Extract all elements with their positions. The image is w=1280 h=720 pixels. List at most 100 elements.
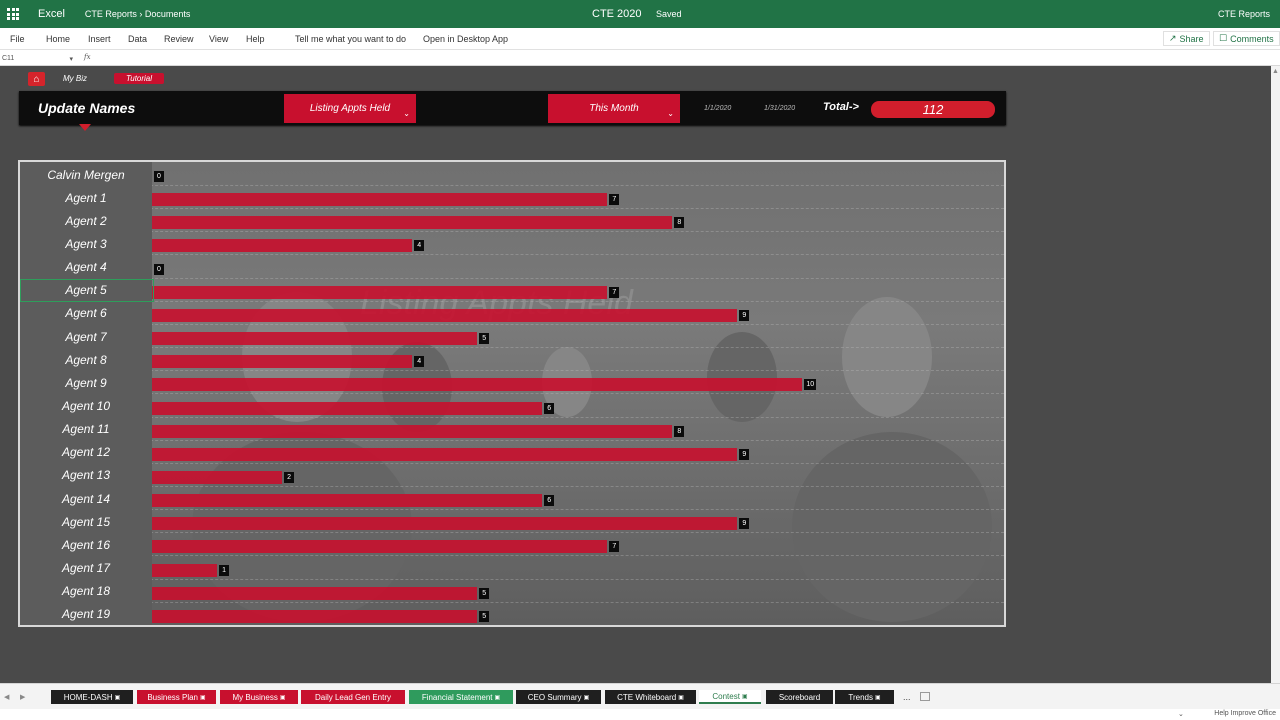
save-status: Saved xyxy=(656,9,682,19)
bar-value-label: 5 xyxy=(479,610,490,622)
agent-name-cell[interactable]: Agent 18 xyxy=(20,579,152,603)
sheet-tab[interactable]: Contest ▣ xyxy=(699,690,761,704)
vertical-scrollbar[interactable]: ▲ xyxy=(1271,66,1280,683)
lock-icon: ▣ xyxy=(583,694,590,701)
menu-home[interactable]: Home xyxy=(46,34,70,44)
chart-row: Agent 10 6 xyxy=(20,394,1004,418)
bar xyxy=(152,470,283,484)
sheet-tab[interactable]: My Business ▣ xyxy=(220,690,298,704)
sheet-tab[interactable]: Trends ▣ xyxy=(835,690,894,704)
agent-name-cell[interactable]: Agent 8 xyxy=(20,348,152,372)
tab-scroll-right-icon[interactable]: ▶ xyxy=(20,693,25,701)
dashboard-header: Update Names Listing Appts Held ⌄ This M… xyxy=(19,91,1006,131)
chevron-down-icon: ⌄ xyxy=(403,109,410,118)
agent-name-cell[interactable]: Agent 10 xyxy=(20,394,152,418)
sheet-tab[interactable]: Financial Statement ▣ xyxy=(409,690,513,704)
sheet-tab[interactable]: CEO Summary ▣ xyxy=(516,690,601,704)
sheet-tab-label: Daily Lead Gen Entry xyxy=(314,692,392,702)
menu-help[interactable]: Help xyxy=(246,34,265,44)
chevron-down-icon[interactable]: ⌄ xyxy=(1178,710,1184,718)
agent-name-cell[interactable]: Agent 6 xyxy=(20,301,152,325)
bar xyxy=(152,332,478,346)
chart-row: Agent 11 8 xyxy=(20,417,1004,441)
menu-file[interactable]: File xyxy=(10,34,25,44)
agent-name-cell[interactable]: Agent 3 xyxy=(20,232,152,256)
agent-name-cell[interactable]: Agent 19 xyxy=(20,602,152,625)
agent-name-cell[interactable]: Agent 5 xyxy=(20,278,152,302)
app-launcher-icon[interactable] xyxy=(0,0,26,28)
bar xyxy=(152,308,738,322)
share-button[interactable]: ↗ Share xyxy=(1163,31,1210,46)
chevron-down-icon: ⌄ xyxy=(667,109,674,118)
chart-row: Calvin Mergen 0 xyxy=(20,163,1004,186)
chevron-down-icon: ▾ xyxy=(69,55,73,63)
bar xyxy=(152,517,738,531)
tab-scroll-left-icon[interactable]: ◀ xyxy=(4,693,9,701)
my-biz-link[interactable]: My Biz xyxy=(63,74,87,83)
agent-name-cell[interactable]: Agent 2 xyxy=(20,209,152,233)
pointer-notch xyxy=(79,124,91,131)
site-link[interactable]: CTE Reports xyxy=(1218,9,1270,19)
metric-dropdown[interactable]: Listing Appts Held ⌄ xyxy=(284,94,416,123)
chart-row: Agent 13 2 xyxy=(20,463,1004,487)
bar-value-label: 8 xyxy=(674,217,685,229)
agent-name-cell[interactable]: Agent 17 xyxy=(20,556,152,580)
tutorial-label: Tutorial xyxy=(125,74,153,83)
tutorial-button[interactable]: Tutorial xyxy=(114,73,164,84)
chart-row: Agent 9 10 xyxy=(20,371,1004,395)
lock-icon: ▣ xyxy=(279,694,286,701)
sheet-tab-label: Scoreboard xyxy=(778,692,821,702)
sheet-tab-label: CTE Whiteboard xyxy=(617,692,677,702)
home-icon[interactable]: ⌂ xyxy=(28,72,45,86)
agent-name-cell[interactable]: Agent 4 xyxy=(20,255,152,279)
function-icon[interactable]: fx xyxy=(84,53,91,61)
agent-name-cell[interactable]: Agent 11 xyxy=(20,417,152,441)
sheet-tab[interactable]: CTE Whiteboard ▣ xyxy=(605,690,696,704)
comments-button[interactable]: ☐ Comments xyxy=(1213,31,1280,46)
app-bar: Excel CTE Reports › Documents CTE 2020 S… xyxy=(0,0,1280,28)
name-box[interactable]: C11 ▾ xyxy=(2,53,76,64)
period-dropdown[interactable]: This Month ⌄ xyxy=(548,94,680,123)
menu-view[interactable]: View xyxy=(209,34,228,44)
chart-row: Agent 6 9 xyxy=(20,301,1004,325)
document-title[interactable]: CTE 2020 xyxy=(592,8,642,20)
bar xyxy=(152,239,413,253)
sheet-tab[interactable]: HOME-DASH ▣ xyxy=(51,690,133,704)
bar-value-label: 6 xyxy=(544,495,555,507)
update-names-button[interactable]: Update Names xyxy=(38,100,135,116)
agent-name-cell[interactable]: Agent 16 xyxy=(20,533,152,557)
sheet-tab[interactable]: Daily Lead Gen Entry xyxy=(301,690,405,704)
app-name[interactable]: Excel xyxy=(38,8,65,20)
scroll-up-icon[interactable]: ▲ xyxy=(1272,68,1279,75)
agent-name-cell[interactable]: Agent 15 xyxy=(20,510,152,534)
tell-me-search[interactable]: Tell me what you want to do xyxy=(295,34,406,44)
chart-row: Agent 12 9 xyxy=(20,440,1004,464)
add-sheet-icon[interactable] xyxy=(920,692,930,701)
agent-name-cell[interactable]: Agent 9 xyxy=(20,371,152,395)
menu-insert[interactable]: Insert xyxy=(88,34,111,44)
worksheet[interactable]: ⌂ My Biz Tutorial Update Names Listing A… xyxy=(0,66,1280,683)
bar xyxy=(152,378,803,392)
agent-name-cell[interactable]: Agent 1 xyxy=(20,186,152,210)
sheet-tab-label: Contest xyxy=(712,691,740,701)
more-tabs-button[interactable]: ... xyxy=(903,692,911,702)
chart-row: Agent 3 4 xyxy=(20,232,1004,256)
agent-name-cell[interactable]: Agent 7 xyxy=(20,325,152,349)
help-improve-office-link[interactable]: Help Improve Office xyxy=(1214,710,1276,717)
agent-name-cell[interactable]: Agent 14 xyxy=(20,487,152,511)
breadcrumb[interactable]: CTE Reports › Documents xyxy=(85,9,191,19)
menu-data[interactable]: Data xyxy=(128,34,147,44)
agent-name-cell[interactable]: Agent 12 xyxy=(20,440,152,464)
agent-name-cell[interactable]: Calvin Mergen xyxy=(20,163,152,186)
open-desktop-app[interactable]: Open in Desktop App xyxy=(423,34,508,44)
lock-icon: ▣ xyxy=(678,694,684,701)
agent-name-cell[interactable]: Agent 13 xyxy=(20,463,152,487)
menu-review[interactable]: Review xyxy=(164,34,194,44)
bar xyxy=(152,285,608,299)
sheet-tab[interactable]: Business Plan ▣ xyxy=(137,690,216,704)
bar-value-label: 1 xyxy=(219,564,230,576)
chart-row: Agent 2 8 xyxy=(20,209,1004,233)
sheet-tab[interactable]: Scoreboard xyxy=(766,690,833,704)
sheet-tab-label: HOME-DASH xyxy=(63,692,113,702)
chart-row: Agent 19 5 xyxy=(20,602,1004,625)
